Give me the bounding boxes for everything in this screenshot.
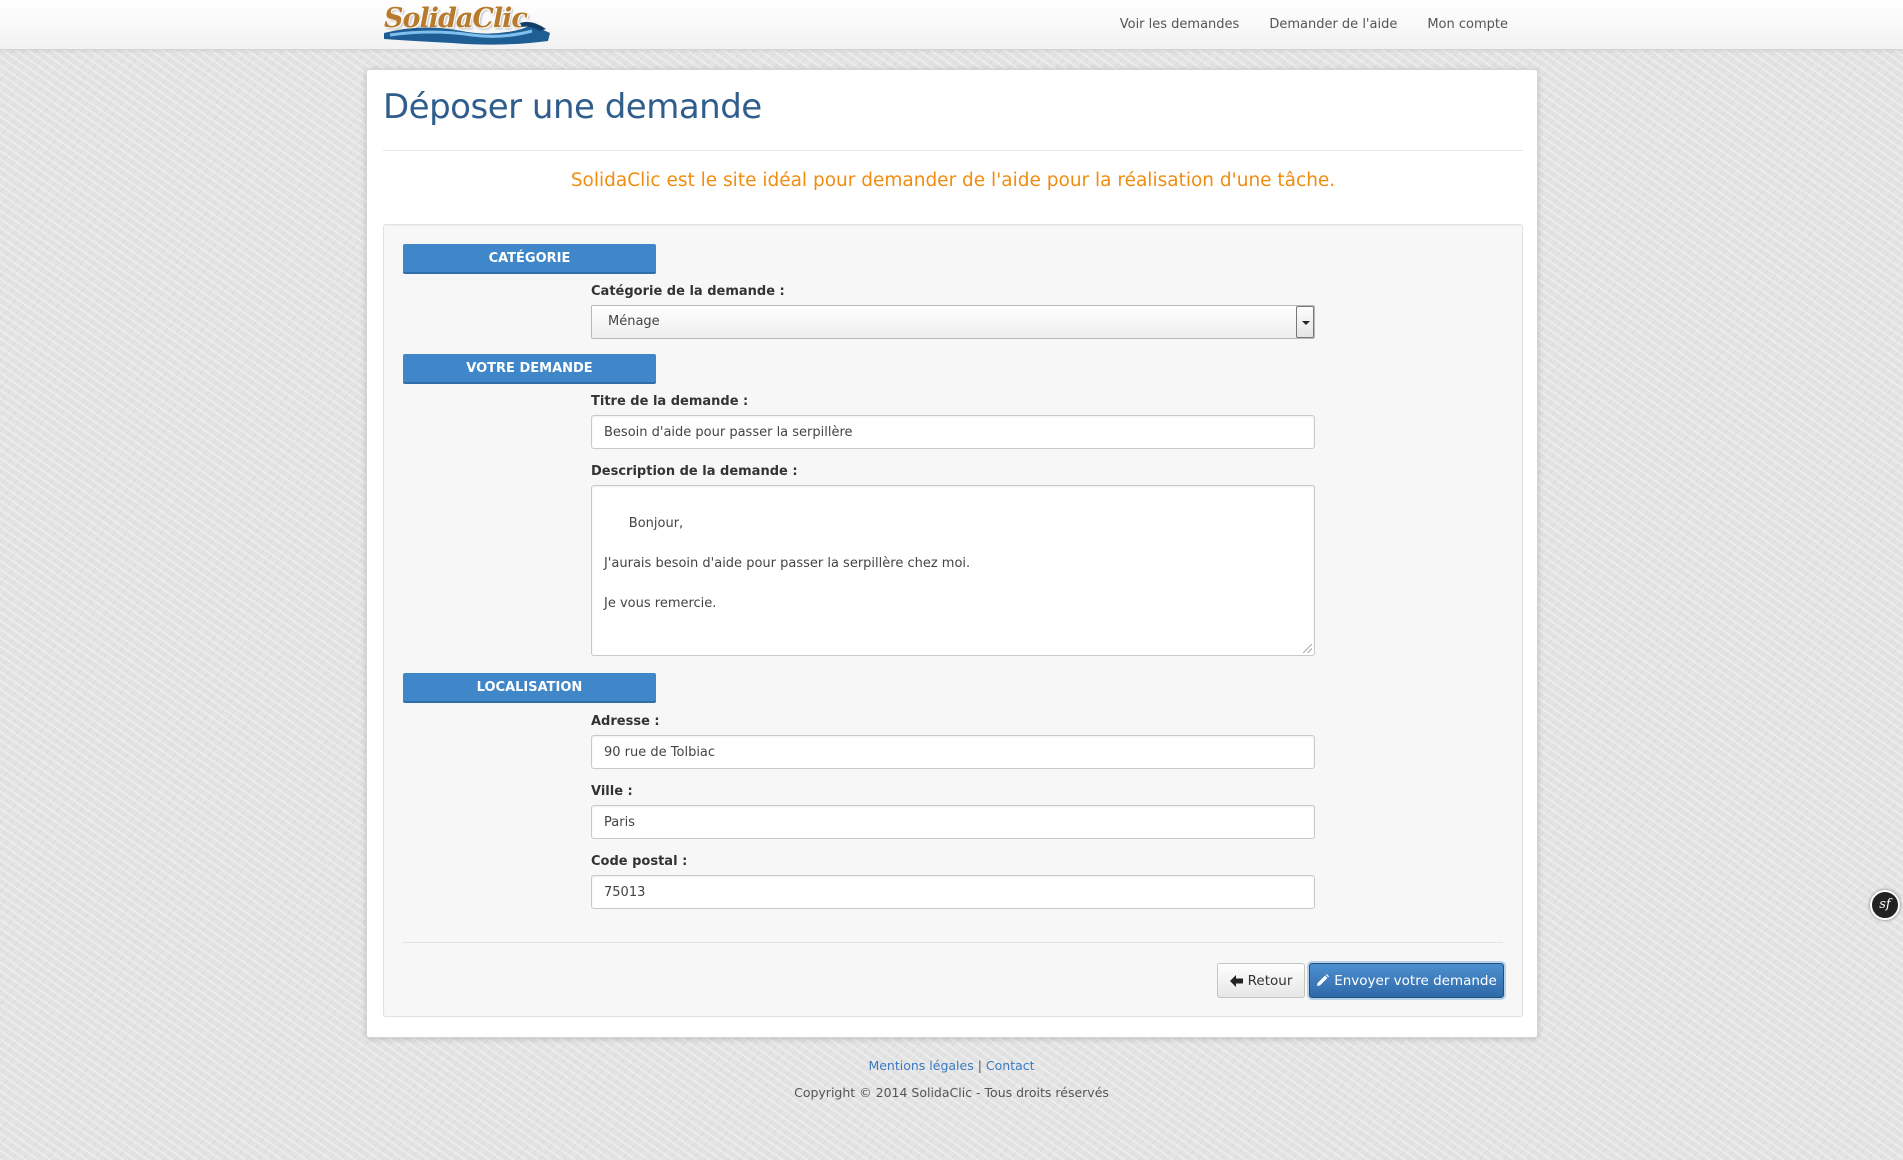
category-label: Catégorie de la demande : <box>591 284 785 299</box>
submit-request-button[interactable]: Envoyer votre demande <box>1309 963 1504 998</box>
address-input[interactable] <box>591 735 1315 769</box>
arrow-left-icon <box>1229 974 1243 987</box>
back-button-label: Retour <box>1247 972 1293 989</box>
category-select[interactable]: Ménage <box>591 305 1315 339</box>
postal-code-input[interactable] <box>591 875 1315 909</box>
title-divider <box>383 150 1523 151</box>
section-header-request: VOTRE DEMANDE <box>403 354 656 384</box>
category-selected-value: Ménage <box>608 314 660 329</box>
footer-links: Mentions légales | Contact <box>0 1058 1903 1073</box>
logo-wave-icon <box>384 21 550 45</box>
footer-separator: | <box>977 1058 982 1073</box>
navbar: SolidaClic Voir les demandes Demander de… <box>0 0 1903 50</box>
pencil-icon <box>1317 974 1330 986</box>
page-title: Déposer une demande <box>383 87 762 127</box>
description-textarea[interactable]: Bonjour, J'aurais besoin d'aide pour pas… <box>591 485 1315 656</box>
nav-demander-aide[interactable]: Demander de l'aide <box>1254 0 1412 50</box>
main-nav: Voir les demandes Demander de l'aide Mon… <box>1105 0 1523 50</box>
city-input[interactable] <box>591 805 1315 839</box>
dropdown-arrow-icon[interactable] <box>1296 306 1314 338</box>
contact-link[interactable]: Contact <box>986 1058 1035 1073</box>
title-input[interactable] <box>591 415 1315 449</box>
request-form: CATÉGORIE Catégorie de la demande : Ména… <box>383 224 1523 1017</box>
postal-code-label: Code postal : <box>591 854 688 869</box>
city-label: Ville : <box>591 784 633 799</box>
main-panel: Déposer une demande SolidaClic est le si… <box>366 69 1538 1038</box>
title-label: Titre de la demande : <box>591 394 749 409</box>
back-button[interactable]: Retour <box>1217 963 1305 998</box>
legal-link[interactable]: Mentions légales <box>868 1058 973 1073</box>
brand-logo[interactable]: SolidaClic <box>382 1 554 47</box>
nav-mon-compte[interactable]: Mon compte <box>1412 0 1523 50</box>
section-header-category: CATÉGORIE <box>403 244 656 274</box>
form-divider <box>403 942 1503 943</box>
description-text: Bonjour, J'aurais besoin d'aide pour pas… <box>604 516 971 611</box>
copyright: Copyright © 2014 SolidaClic - Tous droit… <box>794 1085 1109 1100</box>
symfony-toolbar-icon[interactable]: sf <box>1870 890 1900 920</box>
section-header-location: LOCALISATION <box>403 673 656 703</box>
submit-button-label: Envoyer votre demande <box>1334 972 1497 989</box>
resize-handle-icon[interactable] <box>1303 644 1312 653</box>
address-label: Adresse : <box>591 714 660 729</box>
nav-voir-demandes[interactable]: Voir les demandes <box>1105 0 1255 50</box>
page-tagline: SolidaClic est le site idéal pour demand… <box>570 170 1336 191</box>
description-label: Description de la demande : <box>591 464 798 479</box>
